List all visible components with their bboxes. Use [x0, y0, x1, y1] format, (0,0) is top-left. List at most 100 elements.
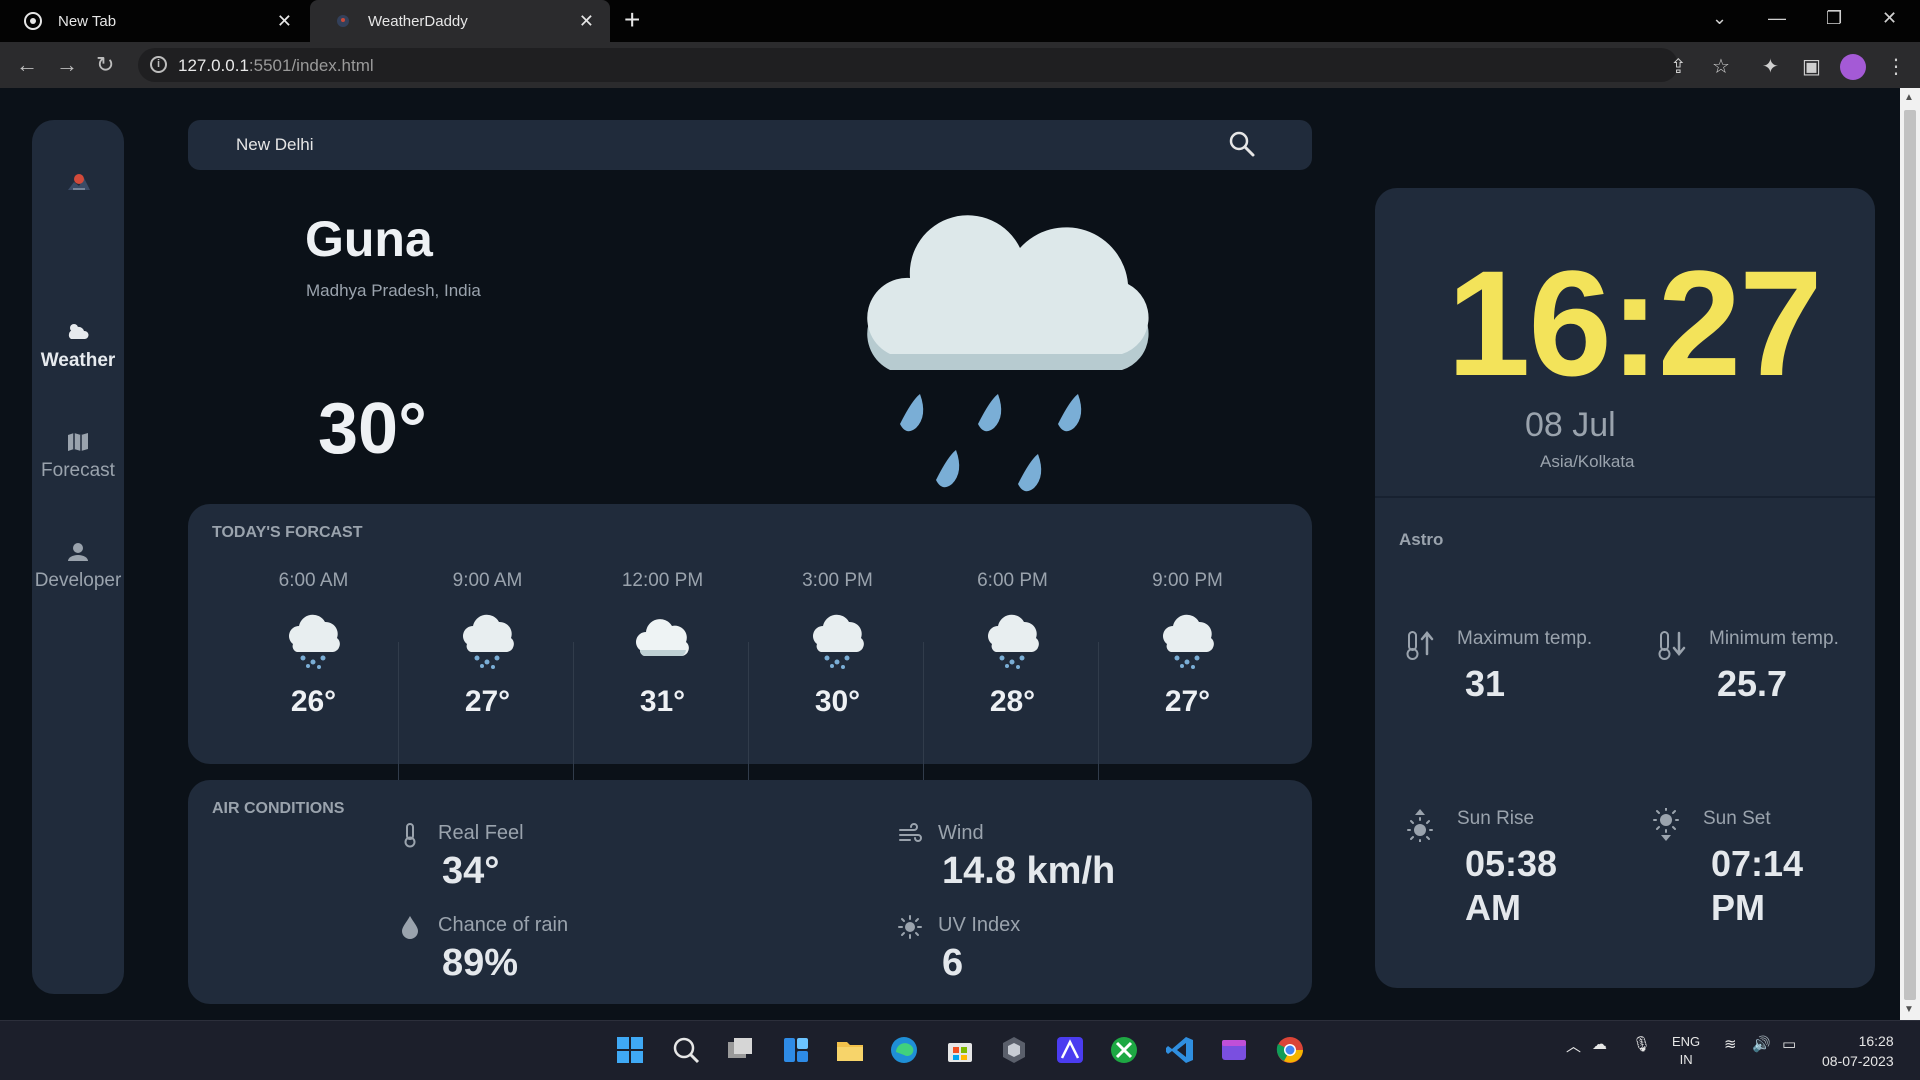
rain-icon: [812, 614, 864, 669]
extensions-icon[interactable]: ✦: [1762, 54, 1779, 79]
menu-icon[interactable]: ⋮: [1886, 54, 1906, 79]
sunset-icon: [1653, 808, 1679, 841]
widgets-icon[interactable]: [780, 1034, 812, 1066]
tab-new-tab[interactable]: New Tab ✕: [0, 0, 308, 42]
search-icon[interactable]: [670, 1034, 702, 1066]
forecast-hour: 12:00 PM 31°: [575, 556, 750, 744]
temperature-down-icon: [1658, 631, 1686, 660]
sidebar: Weather Forecast Developer: [32, 120, 124, 994]
stat-label: Real Feel: [438, 822, 524, 844]
search-bar: [188, 120, 1312, 170]
stat-label: UV Index: [938, 914, 1021, 936]
clock-astro-card: 16:27 08 Jul Asia/Kolkata Astro Maximum …: [1375, 188, 1875, 988]
share-icon[interactable]: ⇪: [1670, 54, 1687, 79]
forecast-time: 6:00 AM: [278, 570, 349, 591]
bookmark-star-icon[interactable]: ☆: [1712, 54, 1730, 79]
forecast-hour: 9:00 AM 27°: [400, 556, 575, 744]
task-view-icon[interactable]: [724, 1034, 756, 1066]
browser-tab-bar: New Tab ✕ WeatherDaddy ✕ + ⌄ — ❐ ✕: [0, 0, 1920, 42]
xbox-icon[interactable]: [1108, 1034, 1140, 1066]
forecast-temp: 28°: [989, 685, 1036, 718]
region-name: Madhya Pradesh, India: [306, 281, 481, 300]
scrollbar-thumb[interactable]: [1904, 110, 1916, 1000]
current-temperature: 30°: [318, 389, 427, 469]
user-icon: [68, 543, 88, 561]
astro-value: 07:14 PM: [1711, 843, 1804, 928]
clock-time: 16:27: [1447, 239, 1823, 407]
wind-stat: Wind 14.8 km/h: [898, 822, 1238, 892]
tab-weatherdaddy[interactable]: WeatherDaddy ✕: [310, 0, 610, 42]
taskbar-clock[interactable]: 16:28 08-07-2023: [1822, 1031, 1894, 1071]
minimize-icon[interactable]: —: [1768, 8, 1786, 29]
divider: [1375, 496, 1875, 498]
omnibox[interactable]: i 127.0.0.1:5501/index.html: [138, 48, 1678, 82]
search-input[interactable]: [236, 132, 1186, 158]
forecast-hour: 6:00 AM 26°: [226, 556, 401, 744]
cloud-sun-icon: [68, 324, 89, 339]
new-tab-icon[interactable]: +: [624, 6, 640, 34]
scroll-up-icon[interactable]: ▲: [1904, 92, 1914, 103]
clock-date: 08 Jul: [1525, 406, 1616, 444]
astro-label: Minimum temp.: [1709, 628, 1839, 649]
close-tab-icon[interactable]: ✕: [579, 11, 594, 32]
url-text: 127.0.0.1:5501/index.html: [178, 56, 374, 75]
forward-icon[interactable]: →: [56, 52, 78, 78]
edge-icon[interactable]: [888, 1034, 920, 1066]
site-info-icon[interactable]: i: [150, 56, 167, 73]
astro-title: Astro: [1399, 530, 1444, 549]
store-icon[interactable]: [944, 1034, 976, 1066]
sidebar-item-weather[interactable]: Weather: [32, 320, 124, 372]
reload-icon[interactable]: ↻: [96, 52, 114, 78]
app-hexagon-icon[interactable]: [998, 1034, 1030, 1066]
search-icon[interactable]: [1228, 130, 1256, 158]
page-scrollbar[interactable]: ▲ ▼: [1900, 88, 1920, 1020]
rain-icon: [462, 614, 514, 669]
vscode-icon[interactable]: [1164, 1034, 1196, 1066]
volume-icon[interactable]: 🔊: [1752, 1035, 1771, 1053]
forecast-temp: 26°: [290, 685, 337, 718]
scroll-down-icon[interactable]: ▼: [1904, 1004, 1914, 1015]
forecast-hour: 3:00 PM 30°: [750, 556, 925, 744]
back-icon[interactable]: ←: [16, 52, 38, 78]
chrome-icon[interactable]: [1274, 1034, 1306, 1066]
forecast-time: 6:00 PM: [977, 570, 1048, 591]
windows-start-icon[interactable]: [614, 1034, 646, 1066]
forecast-time: 9:00 AM: [452, 570, 523, 591]
astro-label: Sun Set: [1703, 808, 1771, 829]
tab-search-icon[interactable]: ⌄: [1712, 8, 1727, 29]
sidebar-item-label: Forecast: [41, 460, 115, 481]
sidebar-item-developer[interactable]: Developer: [32, 540, 124, 592]
close-tab-icon[interactable]: ✕: [277, 11, 292, 32]
clipchamp-icon[interactable]: [1218, 1034, 1250, 1066]
restore-icon[interactable]: ❐: [1826, 8, 1842, 29]
forecast-time: 9:00 PM: [1152, 570, 1223, 591]
stat-label: Chance of rain: [438, 914, 569, 936]
astro-value: 25.7: [1717, 663, 1788, 704]
language-indicator[interactable]: ENG IN: [1672, 1033, 1700, 1069]
astro-value: 05:38 AM: [1465, 843, 1558, 928]
close-window-icon[interactable]: ✕: [1882, 8, 1897, 29]
tab-title: WeatherDaddy: [368, 12, 468, 30]
water-drop-icon: [402, 916, 418, 939]
weather-page: Weather Forecast Developer Guna Madhya P…: [0, 88, 1900, 1020]
sidebar-item-forecast[interactable]: Forecast: [32, 430, 124, 482]
rain-cloud-icon: [867, 215, 1149, 492]
profile-avatar[interactable]: [1840, 54, 1866, 80]
file-explorer-icon[interactable]: [834, 1034, 866, 1066]
wifi-icon[interactable]: ≋: [1724, 1035, 1737, 1053]
chance-of-rain-stat: Chance of rain 89%: [398, 914, 698, 984]
min-temp-stat: Minimum temp. 25.7: [1657, 628, 1867, 718]
battery-icon[interactable]: ▭: [1782, 1035, 1796, 1053]
windows-taskbar: ︿ ☁ 🎙 ENG IN ≋ 🔊 ▭ 16:28 08-07-2023: [0, 1020, 1920, 1080]
show-hidden-icons-icon[interactable]: ︿: [1566, 1035, 1581, 1056]
cloud-icon: [635, 619, 689, 656]
rain-icon: [1162, 614, 1214, 669]
clock-timezone: Asia/Kolkata: [1540, 452, 1635, 471]
microphone-icon[interactable]: 🎙: [1632, 1035, 1651, 1053]
real-feel-stat: Real Feel 34°: [398, 822, 698, 892]
sunset-stat: Sun Set 07:14 PM: [1651, 808, 1861, 948]
onedrive-icon[interactable]: ☁: [1592, 1035, 1607, 1053]
side-panel-icon[interactable]: ▣: [1802, 54, 1821, 79]
app-purple-icon[interactable]: [1054, 1034, 1086, 1066]
forecast-time: 12:00 PM: [621, 570, 704, 591]
